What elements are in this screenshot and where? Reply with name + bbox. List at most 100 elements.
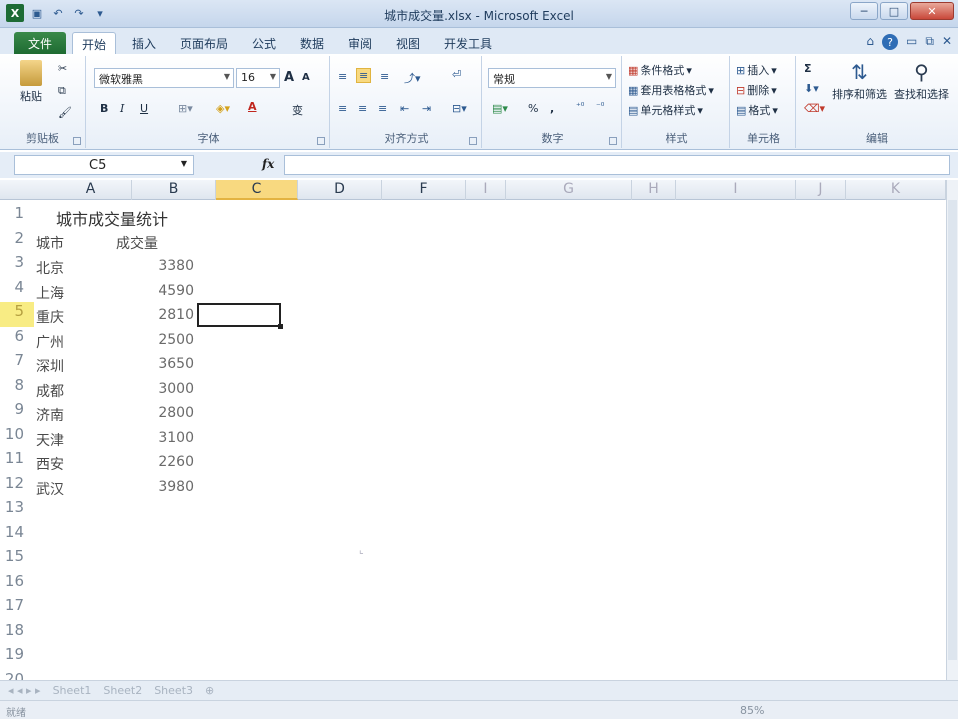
row-header-3[interactable]: 3: [0, 253, 34, 278]
column-header-a[interactable]: A: [50, 180, 132, 200]
vertical-scroll-thumb[interactable]: [948, 200, 957, 660]
sheet-tab[interactable]: Sheet1: [53, 684, 92, 697]
doc-close-icon[interactable]: ✕: [942, 34, 952, 50]
decrease-indent-icon[interactable]: ⇤: [400, 102, 409, 115]
clipboard-launcher-icon[interactable]: [73, 137, 81, 145]
column-header-k[interactable]: K: [846, 180, 946, 200]
column-header-i[interactable]: I: [466, 180, 506, 200]
row-header-8[interactable]: 8: [0, 376, 34, 401]
shrink-font-button[interactable]: A: [302, 72, 310, 83]
grow-font-button[interactable]: A: [284, 70, 294, 85]
underline-button[interactable]: U: [140, 102, 148, 115]
minimize-button[interactable]: ─: [850, 2, 878, 20]
sort-filter-button[interactable]: ⇅ 排序和筛选: [832, 60, 887, 102]
merge-center-icon[interactable]: ⊟▾: [452, 102, 467, 115]
format-painter-icon[interactable]: 🖌: [58, 106, 72, 119]
insert-function-icon[interactable]: fx: [262, 157, 274, 171]
column-header-g[interactable]: G: [506, 180, 632, 200]
italic-button[interactable]: I: [120, 102, 124, 115]
active-cell-c5[interactable]: [197, 303, 283, 329]
worksheet-grid[interactable]: ⌞ 1 2 3 4 5 6 7 8 9 10 11 12 13 14 15 16 17 18 19 20 城市成交量统计…: [0, 200, 946, 688]
accounting-format-icon[interactable]: ▤▾: [492, 102, 508, 115]
row-header-1[interactable]: 1: [0, 204, 34, 229]
increase-decimal-icon[interactable]: ⁺⁰: [576, 102, 584, 112]
font-size-combo[interactable]: 16 ▼: [236, 68, 280, 88]
number-launcher-icon[interactable]: [609, 137, 617, 145]
collapse-ribbon-icon[interactable]: ⌂: [866, 34, 874, 50]
sheet-tab[interactable]: Sheet3: [154, 684, 193, 697]
copy-icon[interactable]: ⧉: [58, 84, 66, 98]
comma-button[interactable]: ,: [550, 102, 554, 115]
row-header-14[interactable]: 14: [0, 523, 34, 548]
tab-insert[interactable]: 插入: [124, 32, 164, 54]
conditional-formatting-button[interactable]: ▦ 条件格式 ▾: [628, 62, 692, 78]
font-color-button[interactable]: A: [248, 100, 257, 113]
row-header-13[interactable]: 13: [0, 498, 34, 523]
column-header-h[interactable]: H: [632, 180, 676, 200]
cell-styles-button[interactable]: ▤ 单元格样式 ▾: [628, 102, 703, 118]
row-header-7[interactable]: 7: [0, 351, 34, 376]
tab-data[interactable]: 数据: [292, 32, 332, 54]
new-sheet-icon[interactable]: ⊕: [205, 684, 214, 697]
row-header-2[interactable]: 2: [0, 229, 34, 254]
align-top-icon[interactable]: ≡: [338, 70, 347, 83]
row-header-5[interactable]: 5: [0, 302, 34, 327]
percent-button[interactable]: %: [528, 102, 538, 115]
align-bottom-icon[interactable]: ≡: [380, 70, 389, 83]
row-header-17[interactable]: 17: [0, 596, 34, 621]
doc-minimize-icon[interactable]: ▭: [906, 34, 917, 50]
column-header-f[interactable]: F: [382, 180, 466, 200]
name-box[interactable]: C5 ▼: [14, 155, 194, 175]
sheet-tab[interactable]: Sheet2: [103, 684, 142, 697]
column-header-c[interactable]: C: [216, 180, 298, 200]
column-header-b[interactable]: B: [132, 180, 216, 200]
tab-developer[interactable]: 开发工具: [436, 32, 500, 54]
tab-page-layout[interactable]: 页面布局: [172, 32, 236, 54]
row-header-16[interactable]: 16: [0, 572, 34, 597]
tab-file[interactable]: 文件: [14, 32, 66, 54]
tab-formulas[interactable]: 公式: [244, 32, 284, 54]
cut-icon[interactable]: ✂: [58, 62, 67, 75]
maximize-button[interactable]: □: [880, 2, 908, 20]
help-icon[interactable]: ?: [882, 34, 899, 50]
tab-review[interactable]: 审阅: [340, 32, 380, 54]
format-as-table-button[interactable]: ▦ 套用表格格式 ▾: [628, 82, 714, 98]
align-middle-icon[interactable]: ≡: [356, 68, 372, 83]
borders-icon[interactable]: ⊞▾: [178, 102, 193, 115]
select-all-corner[interactable]: [0, 180, 34, 200]
vertical-scrollbar[interactable]: [946, 180, 958, 680]
row-header-18[interactable]: 18: [0, 621, 34, 646]
column-header-d[interactable]: D: [298, 180, 382, 200]
align-left-icon[interactable]: ≡: [338, 102, 347, 115]
align-right-icon[interactable]: ≡: [378, 102, 387, 115]
phonetic-button[interactable]: 变: [292, 102, 303, 118]
column-header-j[interactable]: J: [796, 180, 846, 200]
row-header-4[interactable]: 4: [0, 278, 34, 303]
row-header-12[interactable]: 12: [0, 474, 34, 499]
column-header-i2[interactable]: I: [676, 180, 796, 200]
zoom-level[interactable]: 85%: [740, 704, 764, 717]
paste-button[interactable]: 粘贴: [20, 60, 42, 104]
tab-view[interactable]: 视图: [388, 32, 428, 54]
increase-indent-icon[interactable]: ⇥: [422, 102, 431, 115]
row-header-19[interactable]: 19: [0, 645, 34, 670]
clear-icon[interactable]: ⌫▾: [804, 102, 825, 115]
number-format-combo[interactable]: 常规 ▼: [488, 68, 616, 88]
find-select-button[interactable]: ⚲ 查找和选择: [894, 60, 949, 102]
sheet-nav-arrows-icon[interactable]: ◂ ◂ ▸ ▸: [8, 684, 41, 697]
row-header-15[interactable]: 15: [0, 547, 34, 572]
row-header-6[interactable]: 6: [0, 327, 34, 352]
wrap-text-icon[interactable]: ⏎: [452, 68, 461, 81]
autosum-button[interactable]: Σ: [804, 62, 812, 75]
font-launcher-icon[interactable]: [317, 137, 325, 145]
orientation-icon[interactable]: ⤴▾: [404, 70, 421, 86]
doc-restore-icon[interactable]: ⧉: [925, 34, 934, 50]
font-name-combo[interactable]: 微软雅黑 ▼: [94, 68, 234, 88]
row-header-9[interactable]: 9: [0, 400, 34, 425]
tab-home[interactable]: 开始: [72, 32, 116, 54]
formula-input[interactable]: [284, 155, 950, 175]
fill-color-icon[interactable]: ◈▾: [216, 102, 230, 115]
fill-icon[interactable]: ⬇▾: [804, 82, 819, 95]
close-button[interactable]: ✕: [910, 2, 954, 20]
format-cells-button[interactable]: ▤ 格式 ▾: [736, 102, 778, 118]
